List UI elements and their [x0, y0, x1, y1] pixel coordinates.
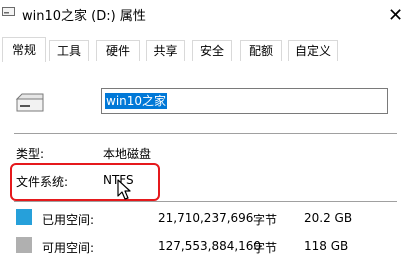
mouse-cursor-icon: [117, 179, 131, 200]
free-space-bytes: 127,553,884,160: [158, 239, 262, 253]
used-space-size: 20.2 GB: [304, 211, 353, 225]
tab-customize-label: 自定义: [294, 44, 331, 58]
filesystem-highlight: [10, 163, 160, 201]
type-value: 本地磁盘: [103, 147, 152, 161]
used-space-label: 已用空间:: [42, 213, 95, 227]
tab-tools[interactable]: 工具: [49, 40, 89, 61]
tab-sharing-label: 共享: [153, 44, 178, 58]
drive-icon: [2, 7, 15, 16]
used-space-unit: 字节: [253, 213, 278, 227]
free-space-unit: 字节: [253, 241, 278, 255]
close-button[interactable]: ✕: [380, 0, 411, 30]
divider-top: [14, 133, 397, 134]
used-space-bytes: 21,710,237,696: [158, 211, 254, 225]
used-space-swatch: [16, 209, 32, 225]
free-space-label: 可用空间:: [42, 241, 95, 255]
tab-hardware-label: 硬件: [105, 44, 130, 58]
tab-tools-label: 工具: [56, 44, 81, 58]
title-bar: win10之家 (D:) 属性 ✕: [0, 0, 411, 30]
window-title: win10之家 (D:) 属性: [22, 9, 146, 24]
tab-general-label: 常规: [11, 43, 36, 57]
tab-customize[interactable]: 自定义: [288, 40, 338, 61]
drive-name-input[interactable]: win10之家: [101, 88, 388, 114]
hard-drive-icon: [15, 93, 44, 112]
drive-name-value: win10之家: [105, 93, 168, 109]
tab-quota[interactable]: 配额: [240, 40, 282, 61]
close-icon: ✕: [387, 4, 404, 26]
tab-security-label: 安全: [199, 44, 224, 58]
tab-quota-label: 配额: [248, 44, 273, 58]
free-space-swatch: [16, 237, 32, 253]
divider-bottom: [14, 201, 397, 202]
tab-general[interactable]: 常规: [2, 37, 46, 62]
tab-security[interactable]: 安全: [192, 40, 232, 61]
type-label: 类型:: [16, 147, 45, 161]
tab-hardware[interactable]: 硬件: [96, 40, 140, 61]
tab-sharing[interactable]: 共享: [146, 40, 185, 61]
free-space-size: 118 GB: [304, 239, 349, 253]
